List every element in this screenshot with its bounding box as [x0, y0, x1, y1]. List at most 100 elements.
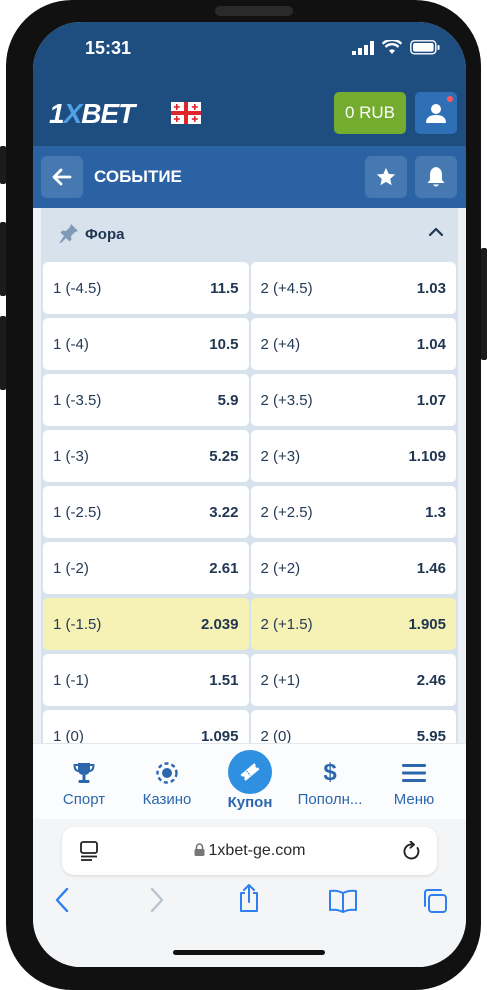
nav-label: Спорт: [62, 791, 106, 808]
status-time: 15:31: [85, 38, 132, 58]
georgia-flag-icon[interactable]: [171, 102, 201, 124]
user-icon: [426, 104, 446, 123]
brand-logo[interactable]: 1XBET: [49, 98, 135, 130]
status-bar: 15:31: [33, 22, 466, 82]
odds-row: 1 (-3.5) 5.9 2 (+3.5) 1.07: [41, 372, 458, 426]
outcome-label: 2 (+4): [260, 335, 301, 353]
camera-dot: [271, 6, 281, 16]
bookmarks-icon[interactable]: [328, 889, 358, 913]
market-section-header[interactable]: Фора: [41, 208, 458, 260]
browser-forward-icon[interactable]: [150, 887, 164, 913]
hamburger-menu-icon: [402, 764, 426, 782]
odds-cell-right[interactable]: 2 (+4) 1.04: [250, 318, 456, 370]
odds-value: 1.46: [416, 559, 446, 577]
odds-cell-left[interactable]: 1 (-3) 5.25: [43, 430, 249, 482]
outcome-label: 1 (-3.5): [53, 391, 102, 409]
side-button: [0, 146, 6, 184]
odds-cell-right[interactable]: 2 (+2.5) 1.3: [250, 486, 456, 538]
odds-cell-left[interactable]: 1 (-2) 2.61: [43, 542, 249, 594]
odds-value: 1.095: [200, 727, 239, 745]
back-button[interactable]: [41, 156, 83, 198]
odds-cell-left[interactable]: 1 (-4) 10.5: [43, 318, 249, 370]
url-text-wrap: 1xbet-ge.com: [62, 842, 437, 860]
outcome-label: 2 (+3): [260, 447, 301, 465]
odds-grid: 1 (-4.5) 11.5 2 (+4.5) 1.03 1 (-4) 10.5 2 (…: [41, 260, 458, 762]
outcome-label: 1 (0): [53, 727, 84, 745]
volume-down-button: [0, 316, 6, 390]
battery-icon: [410, 40, 440, 55]
outcome-label: 2 (+1): [260, 671, 301, 689]
address-bar[interactable]: 1xbet-ge.com: [62, 827, 437, 875]
favorite-button[interactable]: [365, 156, 407, 198]
odds-cell-right[interactable]: 2 (+4.5) 1.03: [250, 262, 456, 314]
odds-value: 1.51: [209, 671, 239, 689]
odds-value: 2.61: [209, 559, 239, 577]
page-title: СОБЫТИЕ: [94, 167, 182, 186]
odds-cell-right[interactable]: 2 (+1) 2.46: [250, 654, 456, 706]
odds-value: 1.04: [416, 335, 446, 353]
outcome-label: 2 (+2.5): [260, 503, 313, 521]
odds-value: 10.5: [209, 335, 239, 353]
nav-label: Казино: [142, 791, 192, 808]
odds-cell-right[interactable]: 2 (+3.5) 1.07: [250, 374, 456, 426]
odds-cell-right[interactable]: 2 (+3) 1.109: [250, 430, 456, 482]
odds-value: 1.905: [408, 615, 446, 633]
arrow-left-icon: [52, 168, 72, 186]
power-button: [481, 248, 487, 360]
odds-value: 3.22: [209, 503, 239, 521]
phone-frame: 15:31 1XBET 0 RUB СОБЫТИЕ Фора 1 (-4.5) …: [0, 0, 487, 990]
nav-menu[interactable]: Меню: [371, 744, 457, 820]
section-title: Фора: [85, 226, 125, 243]
odds-cell-left[interactable]: 1 (-3.5) 5.9: [43, 374, 249, 426]
browser-back-icon[interactable]: [55, 887, 69, 913]
outcome-label: 2 (+1.5): [260, 615, 313, 633]
nav-label: Меню: [393, 791, 435, 808]
odds-row: 1 (-3) 5.25 2 (+3) 1.109: [41, 428, 458, 482]
odds-value: 5.95: [416, 727, 446, 745]
outcome-label: 1 (-1.5): [53, 615, 102, 633]
odds-cell-left[interactable]: 1 (-1) 1.51: [43, 654, 249, 706]
wifi-icon: [382, 40, 402, 54]
notification-badge: [447, 96, 453, 102]
odds-cell-right[interactable]: 2 (+2) 1.46: [250, 542, 456, 594]
odds-cell-right[interactable]: 2 (+1.5) 1.905: [250, 598, 456, 650]
lock-icon: [194, 843, 205, 856]
browser-chrome: 1xbet-ge.com: [33, 819, 466, 967]
outcome-label: 1 (-2.5): [53, 503, 102, 521]
tabs-icon[interactable]: [422, 888, 448, 914]
outcome-label: 1 (-3): [53, 447, 89, 465]
account-button[interactable]: [415, 92, 457, 134]
odds-value: 5.9: [217, 391, 239, 409]
odds-cell-left[interactable]: 1 (-4.5) 11.5: [43, 262, 249, 314]
outcome-label: 2 (+3.5): [260, 391, 313, 409]
chevron-up-icon[interactable]: [428, 226, 444, 238]
nav-deposit[interactable]: $ Пополн...: [287, 744, 373, 820]
ticket-icon: [240, 763, 260, 781]
outcome-label: 1 (-4.5): [53, 279, 102, 297]
nav-coupon[interactable]: [228, 750, 272, 794]
home-indicator[interactable]: [173, 950, 325, 955]
odds-row: 1 (-4) 10.5 2 (+4) 1.04: [41, 316, 458, 370]
notifications-button[interactable]: [415, 156, 457, 198]
nav-sport[interactable]: Спорт: [41, 744, 127, 820]
odds-cell-left[interactable]: 1 (-1.5) 2.039: [43, 598, 249, 650]
reload-icon[interactable]: [403, 841, 421, 861]
pin-icon[interactable]: [58, 222, 80, 244]
bottom-navigation: Спорт Казино Купон $ Пополн... Меню: [33, 743, 466, 820]
balance-button[interactable]: 0 RUB: [334, 92, 406, 134]
screen: 15:31 1XBET 0 RUB СОБЫТИЕ Фора 1 (-4.5) …: [33, 22, 466, 967]
odds-row: 1 (-1) 1.51 2 (+1) 2.46: [41, 652, 458, 706]
odds-row: 1 (-2.5) 3.22 2 (+2.5) 1.3: [41, 484, 458, 538]
speaker-grille: [215, 6, 293, 16]
casino-chip-icon: [156, 762, 178, 784]
odds-row-highlighted: 1 (-1.5) 2.039 2 (+1.5) 1.905: [41, 596, 458, 650]
odds-value: 11.5: [210, 279, 239, 297]
odds-value: 2.039: [200, 615, 239, 633]
odds-value: 1.109: [408, 447, 446, 465]
odds-row: 1 (-4.5) 11.5 2 (+4.5) 1.03: [41, 260, 458, 314]
odds-cell-left[interactable]: 1 (-2.5) 3.22: [43, 486, 249, 538]
nav-casino[interactable]: Казино: [124, 744, 210, 820]
outcome-label: 1 (-2): [53, 559, 89, 577]
share-icon[interactable]: [237, 883, 261, 913]
app-header: 1XBET 0 RUB: [33, 82, 466, 146]
